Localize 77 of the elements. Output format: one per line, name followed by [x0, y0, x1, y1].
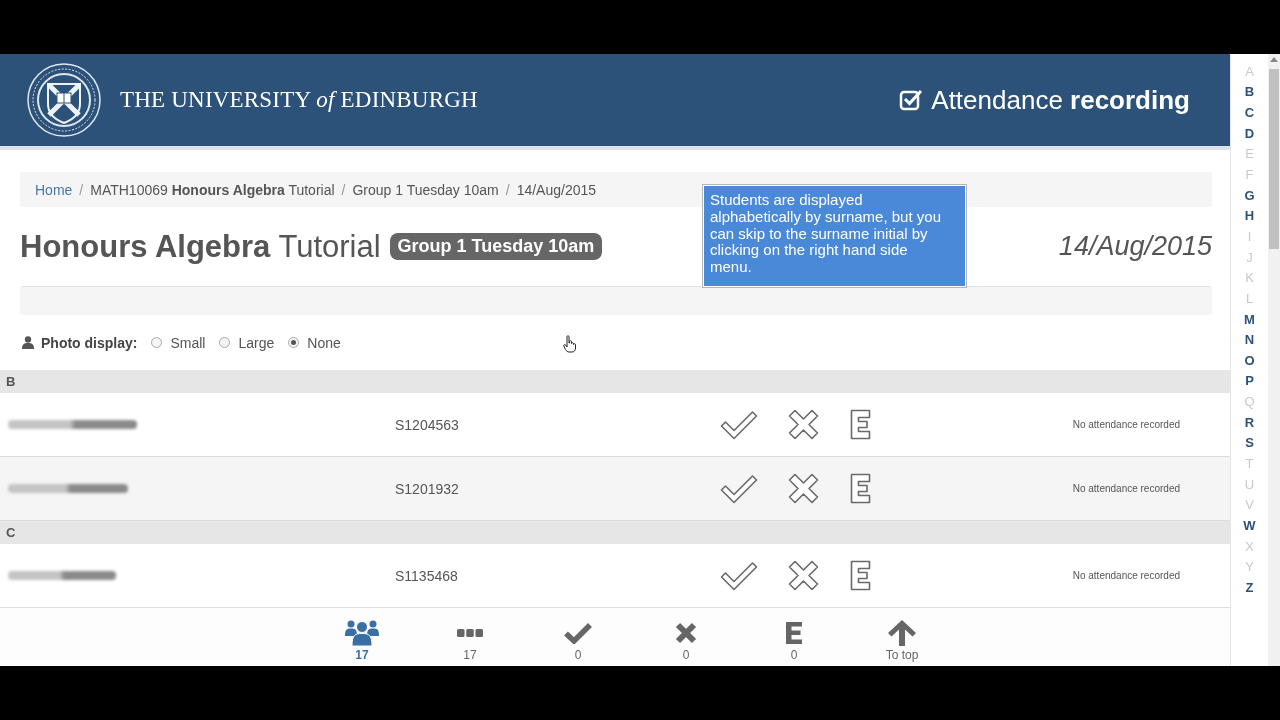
- index-letter[interactable]: N: [1244, 329, 1255, 350]
- outlined-e-icon: [850, 560, 871, 591]
- radio-option[interactable]: Large: [219, 334, 275, 351]
- index-letter[interactable]: G: [1244, 184, 1255, 206]
- index-letter[interactable]: W: [1243, 515, 1256, 536]
- scrollbar[interactable]: [1268, 54, 1280, 666]
- excused-filter-button[interactable]: 0: [740, 620, 848, 666]
- breadcrumb-separator: /: [78, 181, 85, 198]
- hand-pointer-icon: [563, 335, 577, 353]
- page-title: Honours Algebra Tutorial: [20, 228, 381, 265]
- student-id: S1201932: [395, 480, 459, 497]
- group-badge: Group 1 Tuesday 10am: [389, 233, 603, 260]
- help-tooltip: Students are displayed alphabetically by surname, but you can skip to the surname initial by clicking on the right hand side menu.: [703, 185, 966, 287]
- index-letter[interactable]: C: [1244, 102, 1255, 123]
- app-title: Attendance recording: [931, 84, 1190, 116]
- outlined-e-icon: [850, 409, 871, 440]
- present-button[interactable]: [720, 560, 758, 591]
- to-top-button[interactable]: To top: [848, 620, 956, 666]
- excused-button[interactable]: [850, 409, 871, 440]
- index-letter[interactable]: M: [1244, 308, 1255, 330]
- tick-icon: [720, 473, 758, 504]
- radio-icon[interactable]: [219, 337, 231, 348]
- students-filter-button[interactable]: 17: [308, 620, 416, 666]
- group-icon: [345, 620, 379, 646]
- index-letter[interactable]: S: [1245, 432, 1254, 454]
- checkbox-tick-icon: [899, 88, 924, 112]
- index-letter[interactable]: B: [1244, 81, 1255, 103]
- student-id: S1135468: [395, 567, 458, 584]
- present-button[interactable]: [720, 409, 758, 440]
- index-letter[interactable]: O: [1244, 349, 1255, 371]
- outlined-e-icon: [850, 473, 871, 504]
- session-date: 14/Aug/2015: [1058, 231, 1212, 262]
- breadcrumb-item: Group 1 Tuesday 10am: [352, 181, 499, 198]
- index-letter[interactable]: R: [1244, 411, 1255, 433]
- absent-button[interactable]: [788, 560, 819, 591]
- attendance-status: No attendance recorded: [1072, 483, 1181, 494]
- absent-button[interactable]: [788, 409, 819, 440]
- absent-button[interactable]: [788, 473, 819, 504]
- section-letter: C: [6, 525, 16, 540]
- student-id: S1204563: [395, 416, 459, 433]
- person-icon: [22, 336, 34, 349]
- check-icon: [564, 622, 592, 644]
- cross-icon: [788, 409, 819, 440]
- cross-icon: [788, 473, 819, 504]
- ellipsis-icon: [457, 629, 483, 637]
- radio-option[interactable]: Small: [151, 334, 206, 351]
- excused-button[interactable]: [850, 473, 871, 504]
- excused-button[interactable]: [850, 560, 871, 591]
- scroll-up-icon[interactable]: [1270, 57, 1278, 62]
- tick-icon: [720, 409, 758, 440]
- present-filter-button[interactable]: 0: [524, 620, 632, 666]
- cross-icon: [788, 560, 819, 591]
- absent-filter-button[interactable]: 0: [632, 620, 740, 666]
- attendance-status: No attendance recorded: [1072, 570, 1181, 581]
- breadcrumb-separator: /: [340, 181, 347, 198]
- cross-icon: [675, 622, 697, 644]
- unrecorded-filter-button[interactable]: 17: [416, 620, 524, 666]
- scrollbar-thumb[interactable]: [1269, 69, 1279, 249]
- radio-option[interactable]: None: [288, 334, 341, 351]
- breadcrumb-item: 14/Aug/2015: [516, 181, 597, 198]
- attendance-status: No attendance recorded: [1072, 419, 1181, 430]
- tick-icon: [720, 560, 758, 591]
- radio-icon[interactable]: [288, 337, 300, 348]
- breadcrumb-separator: /: [504, 181, 511, 198]
- photo-display-label: Photo display:: [41, 334, 138, 351]
- arrow-up-icon: [888, 620, 916, 646]
- breadcrumb-link[interactable]: Home: [35, 181, 73, 198]
- radio-icon[interactable]: [151, 337, 163, 348]
- section-letter: B: [6, 374, 16, 389]
- present-button[interactable]: [720, 473, 758, 504]
- university-wordmark: THE UNIVERSITY of EDINBURGH: [120, 87, 478, 113]
- index-letter[interactable]: Z: [1245, 577, 1254, 598]
- breadcrumb-item: MATH10069 Honours Algebra Tutorial: [90, 181, 335, 198]
- index-letter[interactable]: D: [1244, 122, 1255, 144]
- index-letter[interactable]: P: [1245, 370, 1254, 392]
- index-letter[interactable]: H: [1244, 205, 1255, 227]
- bold-e-icon: [786, 622, 802, 644]
